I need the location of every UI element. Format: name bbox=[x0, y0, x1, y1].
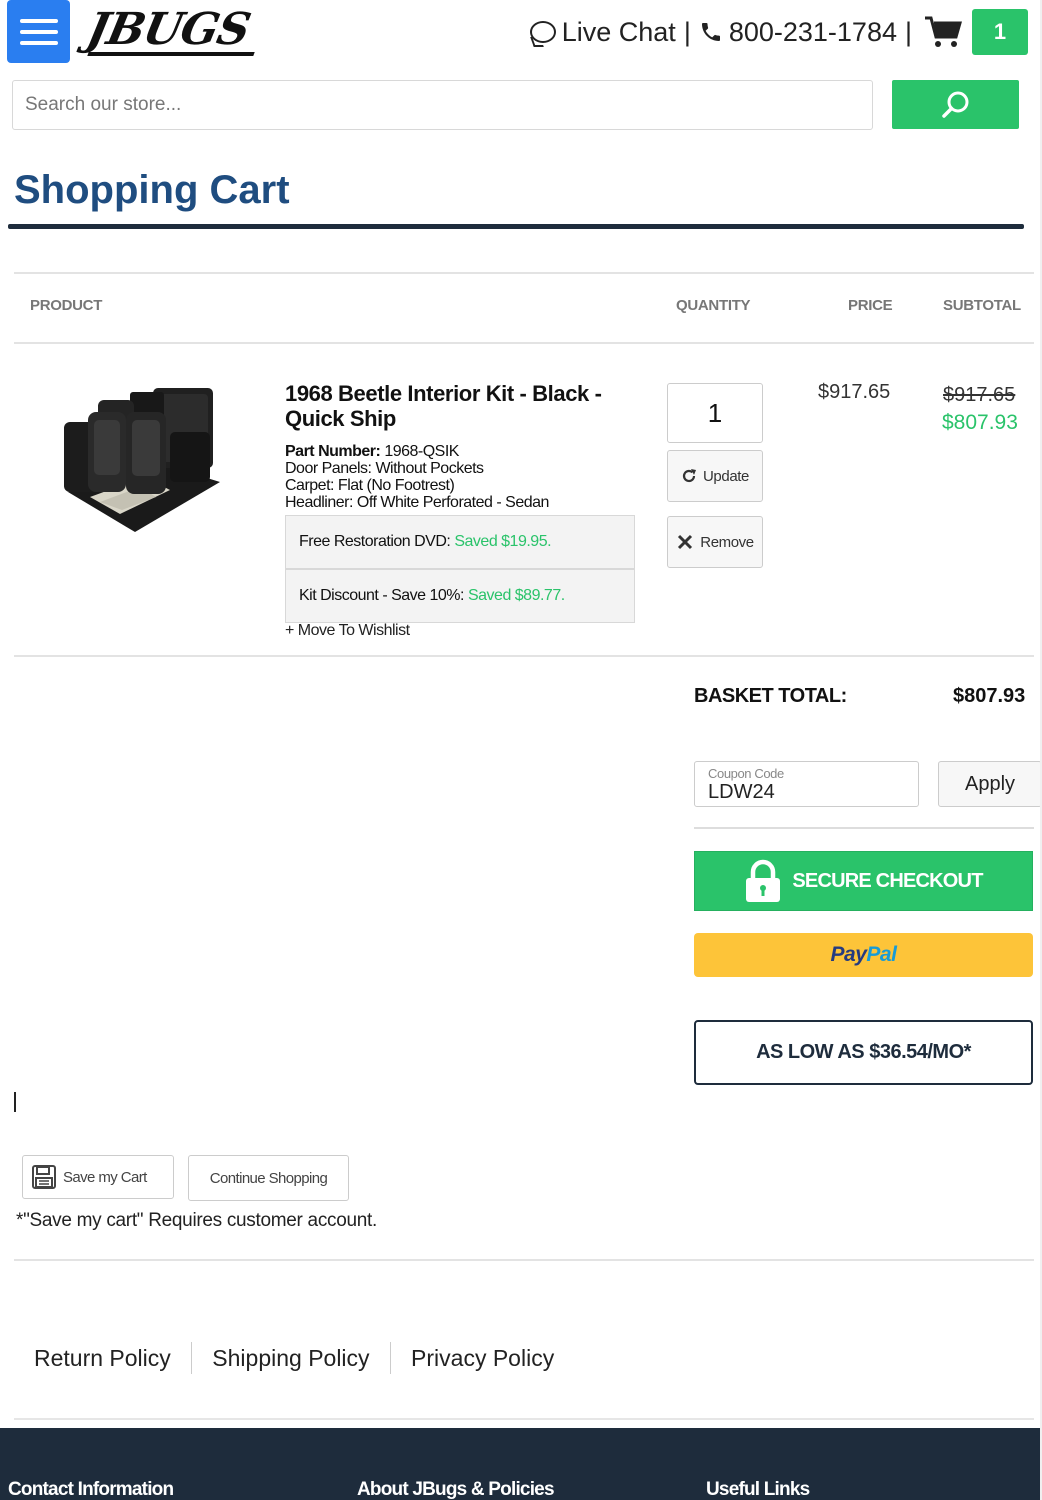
logo[interactable]: JBUGS bbox=[83, 2, 258, 58]
lock-icon bbox=[746, 859, 781, 902]
financing-button[interactable]: AS LOW AS $36.54/MO* bbox=[694, 1020, 1033, 1085]
shipping-policy-link[interactable]: Shipping Policy bbox=[192, 1345, 389, 1372]
save-cart-button[interactable]: Save my Cart bbox=[22, 1155, 174, 1199]
subtotal-original: $917.65 bbox=[943, 384, 1016, 406]
phone-icon bbox=[701, 23, 720, 41]
column-header-price: PRICE bbox=[848, 297, 893, 314]
part-number-line: Part Number: 1968-QSIK bbox=[285, 443, 549, 460]
live-chat-link[interactable]: Live Chat bbox=[562, 17, 676, 48]
secure-checkout-label: SECURE CHECKOUT bbox=[792, 869, 983, 892]
part-number-label: Part Number: bbox=[285, 443, 381, 460]
update-label: Update bbox=[703, 467, 749, 485]
close-icon bbox=[678, 534, 693, 550]
save-cart-label: Save my Cart bbox=[63, 1168, 147, 1186]
privacy-policy-link[interactable]: Privacy Policy bbox=[391, 1345, 574, 1372]
option-carpet: Carpet: Flat (No Footrest) bbox=[285, 477, 455, 494]
search-input[interactable] bbox=[12, 80, 873, 130]
divider bbox=[14, 1418, 1034, 1420]
save-icon bbox=[32, 1165, 56, 1189]
divider bbox=[694, 827, 1034, 829]
update-button[interactable]: Update bbox=[667, 450, 763, 502]
subtotal-discounted: $807.93 bbox=[942, 411, 1018, 434]
secure-checkout-button[interactable]: SECURE CHECKOUT bbox=[694, 851, 1033, 911]
continue-shopping-button[interactable]: Continue Shopping bbox=[188, 1155, 349, 1201]
page-title: Shopping Cart bbox=[14, 168, 290, 212]
divider bbox=[14, 342, 1034, 344]
basket-total-label: BASKET TOTAL: bbox=[694, 685, 847, 707]
product-name[interactable]: 1968 Beetle Interior Kit - Black - Quick… bbox=[285, 381, 635, 431]
policy-links: Return Policy Shipping Policy Privacy Po… bbox=[14, 1342, 574, 1374]
promo-saved: Saved $89.77. bbox=[467, 587, 565, 604]
footer-heading-contact[interactable]: Contact Information bbox=[8, 1479, 174, 1500]
header-contact: Live Chat | 800-231-1784 | 1 bbox=[529, 8, 1028, 56]
option-headliner: Headliner: Off White Perforated - Sedan bbox=[285, 494, 549, 511]
basket-total-value: $807.93 bbox=[953, 685, 1026, 707]
promo-label: Kit Discount - Save 10%: bbox=[299, 587, 464, 604]
remove-label: Remove bbox=[700, 533, 754, 551]
divider bbox=[14, 1259, 1034, 1261]
menu-icon[interactable] bbox=[7, 0, 70, 63]
text-cursor bbox=[14, 1092, 16, 1112]
product-attributes: Part Number: 1968-QSIK Door Panels: With… bbox=[285, 443, 549, 511]
paypal-button[interactable]: Pay Pal bbox=[694, 933, 1033, 977]
search-icon bbox=[941, 91, 968, 118]
search-button[interactable] bbox=[892, 80, 1019, 129]
coupon-code-field[interactable]: Coupon Code LDW24 bbox=[694, 761, 919, 807]
site-footer: Contact Information About JBugs & Polici… bbox=[0, 1428, 1040, 1500]
phone-number[interactable]: 800-231-1784 bbox=[729, 17, 897, 48]
cart-icon[interactable] bbox=[924, 15, 962, 49]
move-to-wishlist-link[interactable]: + Move To Wishlist bbox=[285, 622, 410, 640]
option-door-panels: Door Panels: Without Pockets bbox=[285, 460, 484, 477]
quantity-input[interactable] bbox=[667, 383, 763, 443]
divider bbox=[14, 272, 1034, 274]
site-header: JBUGS Live Chat | 800-231-1784 | 1 bbox=[0, 0, 1042, 70]
divider bbox=[14, 655, 1034, 657]
promo-restoration-dvd: Free Restoration DVD: Saved $19.95. bbox=[285, 515, 635, 569]
footer-heading-about[interactable]: About JBugs & Policies bbox=[357, 1479, 555, 1500]
header-separator: | bbox=[683, 16, 691, 47]
logo-text: JBUGS bbox=[82, 4, 255, 55]
paypal-logo-pal: Pal bbox=[866, 943, 897, 966]
paypal-logo-pay: Pay bbox=[830, 943, 867, 966]
promo-saved: Saved $19.95. bbox=[454, 533, 552, 550]
refresh-icon bbox=[682, 469, 696, 483]
remove-button[interactable]: Remove bbox=[667, 516, 763, 568]
chat-icon bbox=[529, 21, 556, 43]
unit-price: $917.65 bbox=[818, 381, 891, 403]
return-policy-link[interactable]: Return Policy bbox=[14, 1345, 191, 1372]
product-image[interactable] bbox=[60, 382, 222, 540]
promo-kit-discount: Kit Discount - Save 10%: Saved $89.77. bbox=[285, 569, 635, 623]
title-divider bbox=[8, 224, 1024, 229]
part-number-value: 1968-QSIK bbox=[384, 443, 459, 460]
header-separator: | bbox=[904, 16, 912, 47]
coupon-code-value: LDW24 bbox=[708, 781, 775, 803]
footer-heading-useful-links[interactable]: Useful Links bbox=[706, 1479, 810, 1500]
column-header-subtotal: SUBTOTAL bbox=[943, 297, 1021, 314]
save-cart-note: *"Save my cart" Requires customer accoun… bbox=[16, 1210, 377, 1231]
column-header-quantity: QUANTITY bbox=[676, 297, 751, 314]
apply-coupon-button[interactable]: Apply bbox=[938, 761, 1042, 807]
promo-label: Free Restoration DVD: bbox=[299, 533, 451, 550]
coupon-code-label: Coupon Code bbox=[708, 766, 784, 781]
column-header-product: PRODUCT bbox=[30, 297, 103, 314]
cart-count-badge[interactable]: 1 bbox=[972, 9, 1028, 55]
